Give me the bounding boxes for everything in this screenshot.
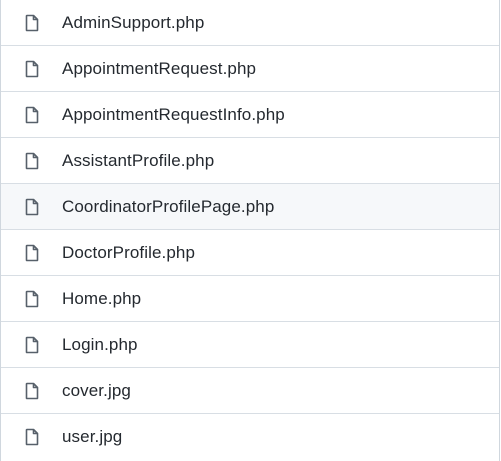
file-row-doctorprofile[interactable]: DoctorProfile.php [1, 229, 499, 275]
file-name[interactable]: AppointmentRequestInfo.php [62, 105, 285, 125]
file-icon [24, 336, 40, 354]
file-icon [24, 198, 40, 216]
file-row-appointmentrequest[interactable]: AppointmentRequest.php [1, 45, 499, 91]
file-name[interactable]: DoctorProfile.php [62, 243, 195, 263]
file-name[interactable]: AssistantProfile.php [62, 151, 214, 171]
file-name[interactable]: user.jpg [62, 427, 122, 447]
file-name[interactable]: AppointmentRequest.php [62, 59, 256, 79]
file-name[interactable]: Home.php [62, 289, 141, 309]
file-row-assistantprofile[interactable]: AssistantProfile.php [1, 137, 499, 183]
file-name[interactable]: cover.jpg [62, 381, 131, 401]
file-icon [24, 152, 40, 170]
file-icon [24, 244, 40, 262]
file-row-coordinatorprofilepage[interactable]: CoordinatorProfilePage.php [1, 183, 499, 229]
file-icon [24, 382, 40, 400]
file-icon [24, 428, 40, 446]
file-row-login[interactable]: Login.php [1, 321, 499, 367]
file-row-home[interactable]: Home.php [1, 275, 499, 321]
file-icon [24, 60, 40, 78]
file-name[interactable]: Login.php [62, 335, 138, 355]
file-list: AdminSupport.php AppointmentRequest.php … [0, 0, 500, 461]
file-icon [24, 14, 40, 32]
file-name[interactable]: AdminSupport.php [62, 13, 204, 33]
file-icon [24, 290, 40, 308]
file-name[interactable]: CoordinatorProfilePage.php [62, 197, 274, 217]
file-row-appointmentrequestinfo[interactable]: AppointmentRequestInfo.php [1, 91, 499, 137]
file-row-cover[interactable]: cover.jpg [1, 367, 499, 413]
file-row-user[interactable]: user.jpg [1, 413, 499, 459]
file-row-adminsupport[interactable]: AdminSupport.php [1, 0, 499, 45]
file-icon [24, 106, 40, 124]
